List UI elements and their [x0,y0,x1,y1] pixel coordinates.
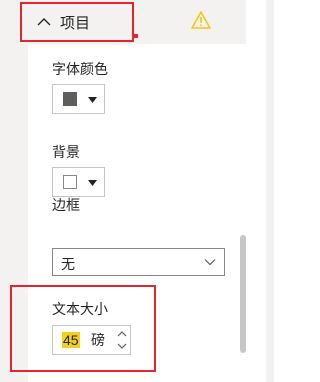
background-color-picker[interactable] [52,167,105,197]
font-color-swatch [63,92,77,106]
border-dropdown-value: 无 [61,256,75,272]
background-color-swatch [63,175,77,189]
left-edge [0,0,28,382]
scrollbar-thumb[interactable] [240,235,246,353]
decrement-icon[interactable] [116,340,128,352]
format-pane: 项目 字体颜色 背景 边框 无 文本大小 45 磅 [0,0,274,382]
right-strip [266,0,274,382]
border-label: 边框 [52,197,80,213]
background-label: 背景 [52,144,80,160]
highlight-marker [134,34,138,38]
chevron-down-icon [204,259,216,266]
text-size-stepper[interactable]: 45 磅 [52,325,131,355]
text-size-value[interactable]: 45 [62,332,80,348]
warning-icon[interactable] [191,11,211,29]
border-dropdown[interactable]: 无 [52,248,225,276]
section-title: 项目 [60,14,91,32]
font-color-label: 字体颜色 [52,61,108,77]
caret-down-icon [88,180,97,186]
caret-down-icon [88,97,97,103]
text-size-label: 文本大小 [52,301,108,317]
font-color-picker[interactable] [52,84,105,114]
chevron-up-icon[interactable] [36,14,52,30]
increment-icon[interactable] [116,328,128,340]
section-collapse-toggle[interactable]: 项目 [36,8,90,36]
text-size-unit: 磅 [91,332,105,348]
